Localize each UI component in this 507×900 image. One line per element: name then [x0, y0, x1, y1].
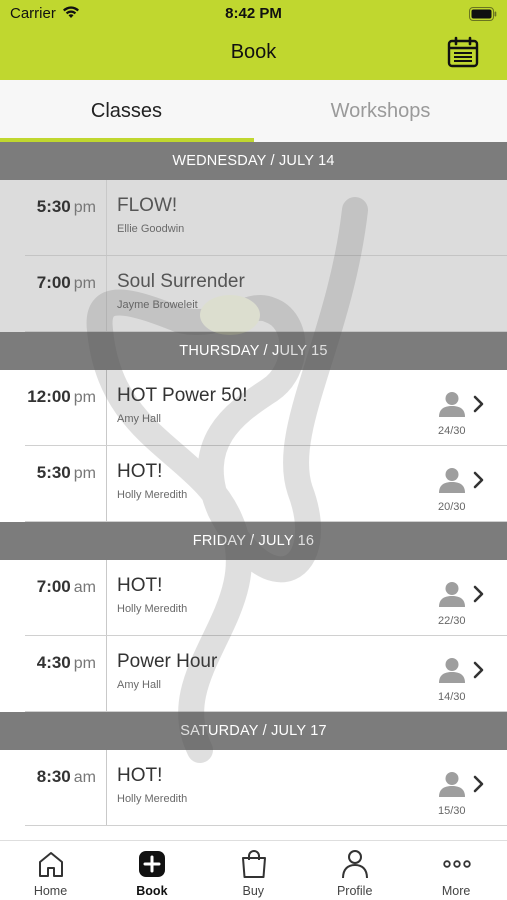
person-icon	[340, 849, 370, 879]
class-time-value: 7:00	[36, 577, 71, 596]
battery-icon	[469, 7, 497, 21]
class-row[interactable]: 7:00 pm Soul Surrender Jayme Broweleit	[0, 256, 507, 332]
person-icon	[439, 582, 465, 607]
class-time: 4:30 pm	[37, 653, 96, 673]
time-column-divider	[106, 180, 107, 256]
class-time-ampm: pm	[73, 199, 96, 216]
top-bar: Carrier 8:42 PM Book	[0, 0, 507, 80]
time-column-divider	[106, 636, 107, 712]
tab-bar-label: Book	[136, 884, 168, 898]
chevron-right-icon[interactable]	[472, 584, 486, 604]
class-capacity: 15/30	[438, 805, 466, 817]
chevron-right-icon[interactable]	[472, 470, 486, 490]
row-divider	[25, 825, 507, 826]
class-name: HOT!	[117, 765, 163, 786]
status-time: 8:42 PM	[225, 5, 282, 22]
class-capacity: 14/30	[438, 691, 466, 703]
chevron-right-icon[interactable]	[472, 394, 486, 414]
class-time-value: 8:30	[36, 767, 71, 786]
tab-bar-item-profile[interactable]: Profile	[304, 841, 405, 900]
class-time: 7:00 pm	[37, 273, 96, 293]
tab-classes[interactable]: Classes	[0, 80, 253, 143]
class-time-value: 12:00	[27, 387, 71, 406]
class-row[interactable]: 12:00 pm HOT Power 50! Amy Hall 24/30	[0, 370, 507, 446]
tab-bar-item-home[interactable]: Home	[0, 841, 101, 900]
chevron-right-icon[interactable]	[472, 660, 486, 680]
page-title: Book	[230, 41, 277, 63]
tab-bar-label: Profile	[336, 884, 373, 898]
class-name: FLOW!	[117, 195, 178, 216]
class-instructor: Amy Hall	[117, 679, 162, 691]
class-capacity: 20/30	[438, 501, 466, 513]
day-header: WEDNESDAY / JULY 14	[0, 142, 507, 180]
plus-square-icon	[137, 849, 167, 879]
person-icon	[439, 772, 465, 797]
tab-bar-label: Home	[33, 884, 68, 898]
status-bar: Carrier 8:42 PM	[0, 0, 507, 28]
class-name: HOT!	[117, 575, 163, 596]
class-type-tabs: Classes Workshops	[0, 80, 507, 143]
home-icon	[36, 849, 66, 879]
row-divider	[25, 711, 507, 712]
tab-bar-item-more[interactable]: More	[406, 841, 507, 900]
time-column-divider	[106, 560, 107, 636]
calendar-icon[interactable]	[447, 36, 479, 68]
chevron-right-icon[interactable]	[472, 774, 486, 794]
class-name: HOT!	[117, 461, 163, 482]
tab-bar-label: Buy	[242, 884, 265, 898]
class-instructor: Holly Meredith	[117, 793, 188, 805]
tab-bar-label: More	[441, 884, 471, 898]
class-time-value: 4:30	[36, 653, 71, 672]
class-time-ampm: am	[73, 579, 96, 596]
class-time: 12:00 pm	[27, 387, 96, 407]
class-time-value: 5:30	[36, 463, 71, 482]
class-time-ampm: pm	[73, 465, 96, 482]
person-icon	[439, 392, 465, 417]
class-time: 5:30 pm	[37, 463, 96, 483]
time-column-divider	[106, 370, 107, 446]
tab-bar-item-book[interactable]: Book	[101, 841, 202, 900]
class-instructor: Ellie Goodwin	[117, 223, 185, 235]
class-instructor: Holly Meredith	[117, 603, 188, 615]
class-time-value: 5:30	[36, 197, 71, 216]
bottom-tab-bar: Home Book Buy Profile More	[0, 840, 507, 900]
person-icon	[439, 468, 465, 493]
class-time-ampm: am	[73, 769, 96, 786]
class-instructor: Jayme Broweleit	[117, 299, 198, 311]
time-column-divider	[106, 256, 107, 332]
class-capacity: 22/30	[438, 615, 466, 627]
class-name: HOT Power 50!	[117, 385, 248, 406]
tab-bar-item-buy[interactable]: Buy	[203, 841, 304, 900]
class-instructor: Holly Meredith	[117, 489, 188, 501]
class-time-ampm: pm	[73, 655, 96, 672]
class-time-value: 7:00	[36, 273, 71, 292]
class-row[interactable]: 7:00 am HOT! Holly Meredith 22/30	[0, 560, 507, 636]
more-dots-icon	[442, 849, 472, 879]
class-row[interactable]: 5:30 pm FLOW! Ellie Goodwin	[0, 180, 507, 256]
time-column-divider	[106, 750, 107, 826]
row-divider	[25, 521, 507, 522]
day-header: SATURDAY / JULY 17	[0, 712, 507, 750]
class-time: 8:30 am	[37, 767, 96, 787]
class-row[interactable]: 8:30 am HOT! Holly Meredith 15/30	[0, 750, 507, 826]
class-time-ampm: pm	[73, 389, 96, 406]
row-divider	[25, 331, 507, 332]
shopping-bag-icon	[239, 849, 269, 879]
schedule-list[interactable]: WEDNESDAY / JULY 14 5:30 pm FLOW! Ellie G…	[0, 142, 507, 840]
time-column-divider	[106, 446, 107, 522]
person-icon	[439, 658, 465, 683]
class-row[interactable]: 5:30 pm HOT! Holly Meredith 20/30	[0, 446, 507, 522]
class-time: 7:00 am	[37, 577, 96, 597]
class-name: Power Hour	[117, 651, 218, 672]
class-time-ampm: pm	[73, 275, 96, 292]
class-capacity: 24/30	[438, 425, 466, 437]
tab-workshops[interactable]: Workshops	[254, 80, 507, 143]
class-name: Soul Surrender	[117, 271, 245, 292]
day-header: THURSDAY / JULY 15	[0, 332, 507, 370]
class-row[interactable]: 4:30 pm Power Hour Amy Hall 14/30	[0, 636, 507, 712]
class-time: 5:30 pm	[37, 197, 96, 217]
day-header: FRIDAY / JULY 16	[0, 522, 507, 560]
class-instructor: Amy Hall	[117, 413, 162, 425]
